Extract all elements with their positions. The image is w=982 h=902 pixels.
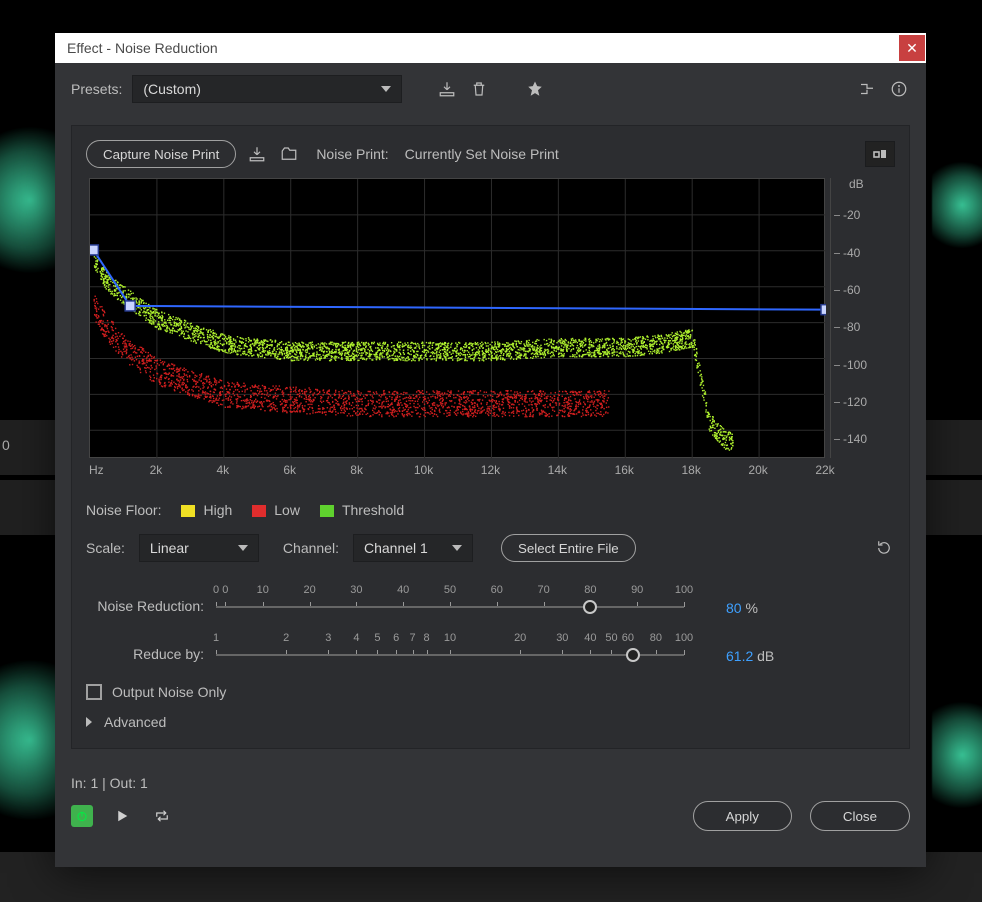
- x-tick-label: 14k: [548, 463, 567, 477]
- scale-channel-row: Scale: Linear Channel: Channel 1 Select …: [86, 534, 895, 562]
- y-tick-label: -100: [843, 358, 867, 372]
- threshold-handle[interactable]: [90, 245, 98, 255]
- title-bar[interactable]: Effect - Noise Reduction ✕: [55, 33, 926, 63]
- output-noise-only-checkbox[interactable]: [86, 684, 102, 700]
- chevron-down-icon: [452, 545, 462, 551]
- select-entire-file-button[interactable]: Select Entire File: [501, 534, 636, 562]
- close-icon[interactable]: ✕: [899, 35, 925, 61]
- chevron-right-icon: [86, 717, 92, 727]
- x-tick-label: 16k: [615, 463, 634, 477]
- legend-threshold: Threshold: [320, 502, 404, 518]
- y-tick-label: -120: [843, 395, 867, 409]
- channel-label: Channel:: [283, 540, 339, 556]
- slider-thumb[interactable]: [626, 648, 640, 662]
- reduce-by-slider-row: Reduce by: 1234567810203040506080100 61.…: [86, 632, 895, 668]
- noise-print-status-value: Currently Set Noise Print: [405, 146, 559, 162]
- y-tick-label: -80: [843, 320, 860, 334]
- capture-noise-print-button[interactable]: Capture Noise Print: [86, 140, 236, 168]
- io-count: In: 1 | Out: 1: [71, 775, 910, 791]
- presets-bar: Presets: (Custom): [71, 75, 910, 103]
- nr-slider-label: Noise Reduction:: [86, 598, 204, 620]
- chart-view-toggle[interactable]: [865, 141, 895, 167]
- output-noise-only-label: Output Noise Only: [112, 684, 226, 700]
- x-tick-label: 20k: [748, 463, 767, 477]
- advanced-label: Advanced: [104, 714, 166, 730]
- noise-spectrum-chart[interactable]: dB -20 -40 -60 -80 -100 -120 -140 Hz 2k 4k 6k 8k 1…: [86, 178, 895, 488]
- save-noise-print-icon[interactable]: [246, 143, 268, 165]
- favorite-icon[interactable]: [524, 78, 546, 100]
- x-tick-label: 6k: [283, 463, 296, 477]
- advanced-toggle[interactable]: Advanced: [86, 714, 895, 730]
- output-noise-only-row: Output Noise Only: [86, 684, 895, 700]
- noise-reduction-slider[interactable]: 00102030405060708090100: [216, 584, 684, 620]
- x-tick-label: 2k: [150, 463, 163, 477]
- legend-label: Noise Floor:: [86, 502, 161, 518]
- reduce-by-slider[interactable]: 1234567810203040506080100: [216, 632, 684, 668]
- noise-print-status-label: Noise Print:: [316, 146, 388, 162]
- legend-low: Low: [252, 502, 300, 518]
- legend-high: High: [181, 502, 232, 518]
- x-tick-label: 8k: [350, 463, 363, 477]
- effect-power-toggle[interactable]: [71, 805, 93, 827]
- x-axis-unit: Hz: [89, 463, 104, 477]
- dialog-footer: In: 1 | Out: 1 Apply Close: [71, 775, 910, 831]
- noise-reduction-panel: Capture Noise Print Noise Print: Current…: [71, 125, 910, 749]
- delete-preset-icon[interactable]: [468, 78, 490, 100]
- channel-select[interactable]: Channel 1: [353, 534, 473, 562]
- presets-label: Presets:: [71, 81, 122, 97]
- info-icon[interactable]: [888, 78, 910, 100]
- channel-routing-icon[interactable]: [856, 78, 878, 100]
- chart-legend: Noise Floor: High Low Threshold: [86, 502, 895, 518]
- nr-value[interactable]: 80 %: [726, 600, 758, 620]
- rb-slider-label: Reduce by:: [86, 646, 204, 668]
- threshold-handle[interactable]: [821, 305, 826, 315]
- chevron-down-icon: [381, 86, 391, 92]
- x-tick-label: 18k: [681, 463, 700, 477]
- x-tick-label: 10k: [414, 463, 433, 477]
- save-preset-icon[interactable]: [436, 78, 458, 100]
- x-tick-label: 12k: [481, 463, 500, 477]
- reset-icon[interactable]: [873, 537, 895, 559]
- presets-select[interactable]: (Custom): [132, 75, 402, 103]
- slider-thumb[interactable]: [583, 600, 597, 614]
- noise-print-row: Capture Noise Print Noise Print: Current…: [86, 140, 895, 168]
- scale-select[interactable]: Linear: [139, 534, 259, 562]
- x-tick-label: 4k: [216, 463, 229, 477]
- close-button[interactable]: Close: [810, 801, 910, 831]
- window-title: Effect - Noise Reduction: [67, 40, 218, 56]
- noise-reduction-dialog: Effect - Noise Reduction ✕ Presets: (Cus…: [55, 33, 926, 867]
- y-axis-unit: dB: [849, 177, 864, 191]
- rb-value[interactable]: 61.2 dB: [726, 648, 774, 668]
- y-tick-label: -20: [843, 208, 860, 222]
- y-tick-label: -140: [843, 432, 867, 446]
- apply-button[interactable]: Apply: [693, 801, 792, 831]
- threshold-handle[interactable]: [125, 301, 135, 311]
- loop-icon[interactable]: [151, 805, 173, 827]
- presets-value: (Custom): [143, 81, 201, 97]
- y-tick-label: -40: [843, 246, 860, 260]
- scale-label: Scale:: [86, 540, 125, 556]
- load-noise-print-icon[interactable]: [278, 143, 300, 165]
- chevron-down-icon: [238, 545, 248, 551]
- x-tick-label: 22k: [815, 463, 834, 477]
- noise-reduction-slider-row: Noise Reduction: 00102030405060708090100…: [86, 584, 895, 620]
- y-tick-label: -60: [843, 283, 860, 297]
- preview-play-icon[interactable]: [111, 805, 133, 827]
